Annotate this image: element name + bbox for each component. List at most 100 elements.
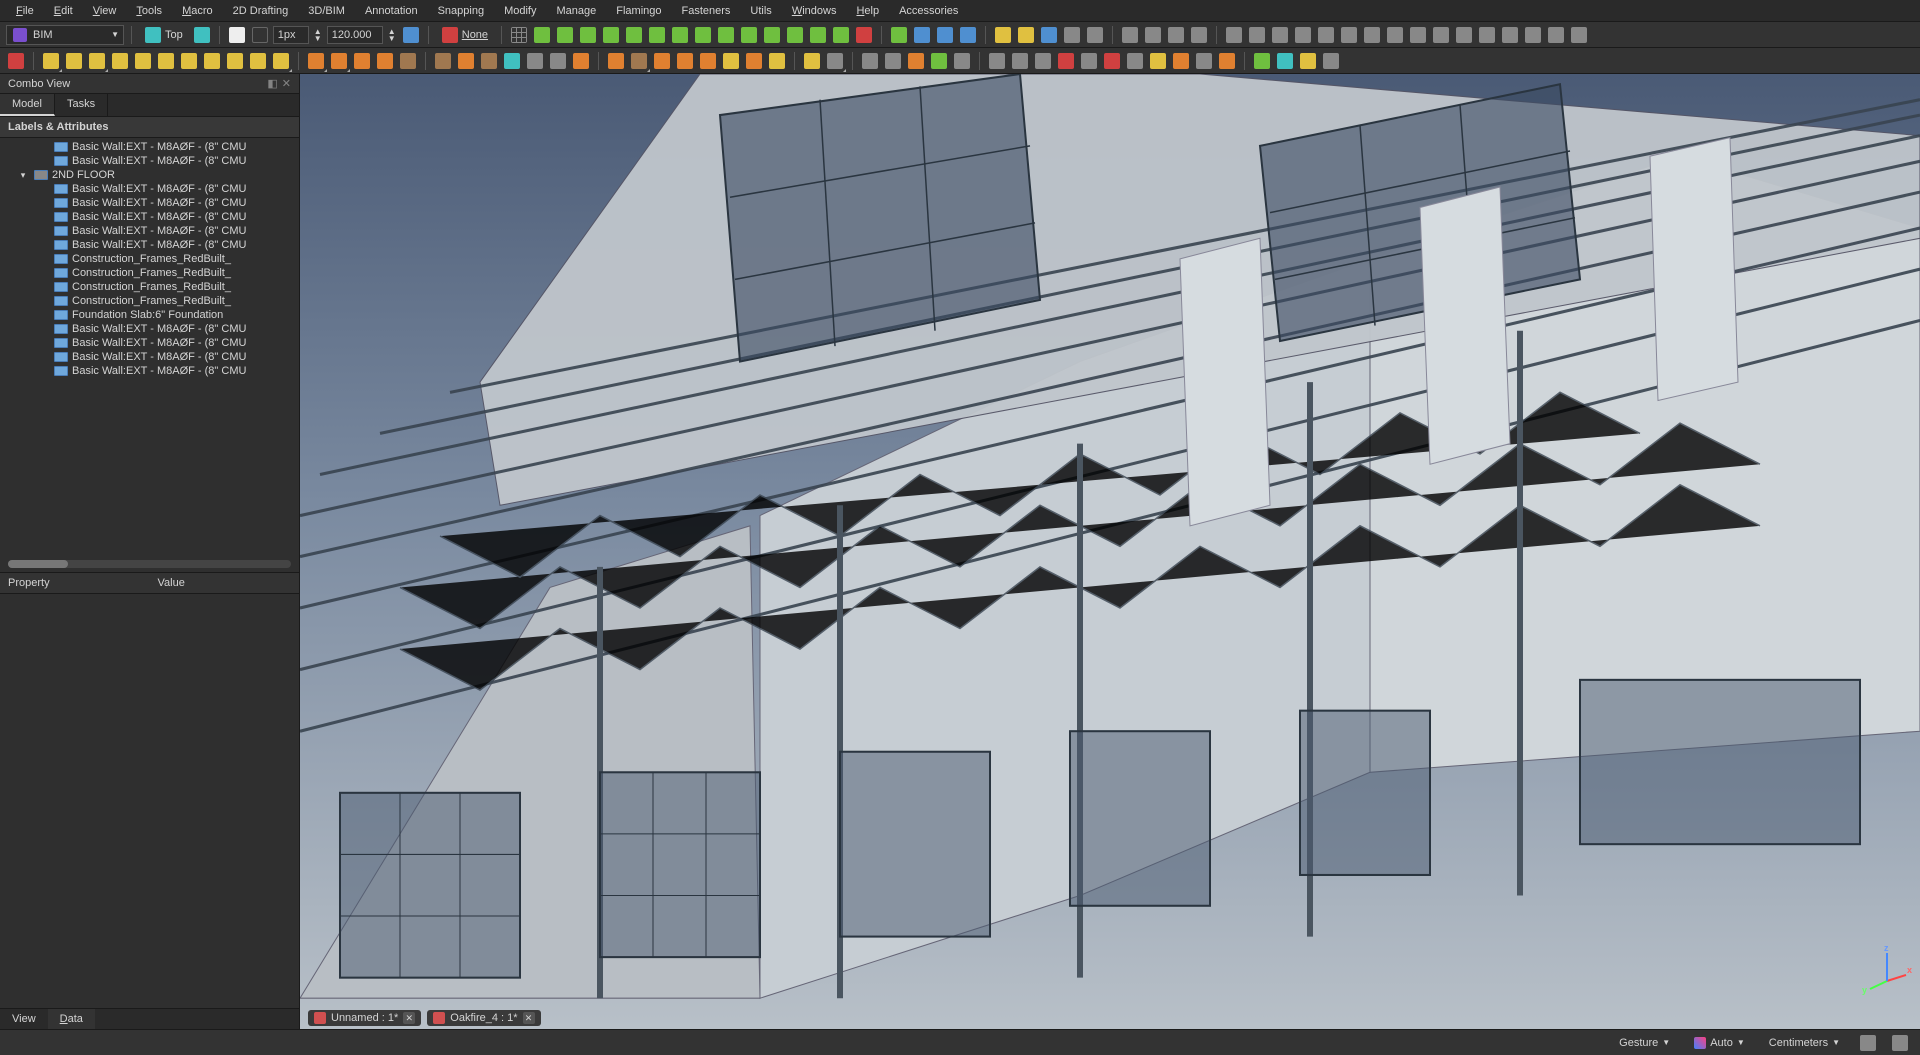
- tab-model[interactable]: Model: [0, 94, 55, 116]
- tree-item[interactable]: Basic Wall:EXT - M8AØF - (8" CMU: [0, 350, 299, 364]
- color-foreground[interactable]: [227, 25, 247, 45]
- tree-item[interactable]: Basic Wall:EXT - M8AØF - (8" CMU: [0, 238, 299, 252]
- snap-ext[interactable]: [670, 25, 690, 45]
- working-plane-button[interactable]: Top: [139, 25, 189, 45]
- snap-parallel[interactable]: [693, 25, 713, 45]
- prop-tab-data[interactable]: Data: [48, 1009, 95, 1029]
- tree-item[interactable]: Basic Wall:EXT - M8AØF - (8" CMU: [0, 364, 299, 378]
- move[interactable]: [935, 25, 955, 45]
- circle[interactable]: [87, 51, 107, 71]
- tree-item[interactable]: Basic Wall:EXT - M8AØF - (8" CMU: [0, 196, 299, 210]
- fasteners-2[interactable]: [1316, 25, 1336, 45]
- ifc[interactable]: [1275, 51, 1295, 71]
- placeholder-5[interactable]: [1171, 51, 1191, 71]
- snap-dims[interactable]: [831, 25, 851, 45]
- part-common[interactable]: [1166, 25, 1186, 45]
- restrict-y[interactable]: [889, 25, 909, 45]
- font-size-stepper[interactable]: ▲▼: [386, 25, 398, 45]
- restrict-x[interactable]: [854, 25, 874, 45]
- menu-flamingo[interactable]: Flamingo: [608, 3, 669, 19]
- bspline[interactable]: [202, 51, 222, 71]
- rotate[interactable]: [958, 25, 978, 45]
- snap-center[interactable]: [578, 25, 598, 45]
- door[interactable]: [479, 51, 499, 71]
- placeholder-2[interactable]: [1102, 51, 1122, 71]
- snap-endpoint[interactable]: [532, 25, 552, 45]
- tree-item[interactable]: Basic Wall:EXT - M8AØF - (8" CMU: [0, 336, 299, 350]
- tree-item[interactable]: Foundation Slab:6" Foundation: [0, 308, 299, 322]
- menu-annotation[interactable]: Annotation: [357, 3, 426, 19]
- point[interactable]: [248, 51, 268, 71]
- menu-snapping[interactable]: Snapping: [430, 3, 493, 19]
- panel-float-icon[interactable]: ◧: [267, 77, 277, 90]
- pipe-connector[interactable]: [548, 51, 568, 71]
- views[interactable]: [1010, 51, 1030, 71]
- part-cut[interactable]: [1120, 25, 1140, 45]
- construction-mode[interactable]: [401, 25, 421, 45]
- snap-intersect[interactable]: [624, 25, 644, 45]
- snap-near[interactable]: [739, 25, 759, 45]
- fasteners-10[interactable]: [1500, 25, 1520, 45]
- rebar[interactable]: [352, 51, 372, 71]
- fasteners-8[interactable]: [1454, 25, 1474, 45]
- units-selector[interactable]: Centimeters ▼: [1763, 1035, 1846, 1051]
- beam[interactable]: [433, 51, 453, 71]
- placeholder-1[interactable]: [1079, 51, 1099, 71]
- tree-item[interactable]: Basic Wall:EXT - M8AØF - (8" CMU: [0, 140, 299, 154]
- placeholder-6[interactable]: [1194, 51, 1214, 71]
- line-width-stepper[interactable]: ▲▼: [312, 25, 324, 45]
- snap-ortho[interactable]: [762, 25, 782, 45]
- wire[interactable]: [64, 51, 84, 71]
- refresh[interactable]: [1039, 25, 1059, 45]
- part-fuse[interactable]: [1143, 25, 1163, 45]
- panel-close-icon[interactable]: ✕: [282, 77, 291, 90]
- structure[interactable]: [329, 51, 349, 71]
- redo[interactable]: [1016, 25, 1036, 45]
- tree-horizontal-scrollbar[interactable]: [8, 560, 291, 568]
- snap-grid[interactable]: [785, 25, 805, 45]
- grid[interactable]: [906, 51, 926, 71]
- roof[interactable]: [606, 51, 626, 71]
- menu-accessories[interactable]: Accessories: [891, 3, 966, 19]
- document-tab[interactable]: Unnamed : 1*✕: [308, 1010, 421, 1026]
- menu-2ddrafting[interactable]: 2D Drafting: [225, 3, 297, 19]
- close-icon[interactable]: ✕: [523, 1012, 535, 1024]
- menu-3dbim[interactable]: 3D/BIM: [300, 3, 353, 19]
- menu-utils[interactable]: Utils: [742, 3, 779, 19]
- menu-modify[interactable]: Modify: [496, 3, 544, 19]
- sketch[interactable]: [6, 51, 26, 71]
- preflight[interactable]: [1321, 51, 1341, 71]
- ellipse[interactable]: [133, 51, 153, 71]
- stairs[interactable]: [571, 51, 591, 71]
- nav-style-selector[interactable]: Gesture ▼: [1613, 1035, 1676, 1051]
- polygon[interactable]: [156, 51, 176, 71]
- tree-item[interactable]: Basic Wall:EXT - M8AØF - (8" CMU: [0, 154, 299, 168]
- window[interactable]: [502, 51, 522, 71]
- menu-help[interactable]: Help: [848, 3, 887, 19]
- line-width-input[interactable]: [273, 26, 309, 44]
- prop-tab-view[interactable]: View: [0, 1009, 48, 1029]
- tab-tasks[interactable]: Tasks: [55, 94, 108, 116]
- frame[interactable]: [652, 51, 672, 71]
- fasteners-7[interactable]: [1431, 25, 1451, 45]
- fasteners-1[interactable]: [1293, 25, 1313, 45]
- tree-item[interactable]: Construction_Frames_RedBuilt_: [0, 294, 299, 308]
- tree-item[interactable]: Construction_Frames_RedBuilt_: [0, 266, 299, 280]
- isometric[interactable]: [1033, 51, 1053, 71]
- grid-toggle[interactable]: [509, 25, 529, 45]
- snap-wp[interactable]: [808, 25, 828, 45]
- snap-midpoint[interactable]: [555, 25, 575, 45]
- menu-manage[interactable]: Manage: [548, 3, 604, 19]
- undo[interactable]: [993, 25, 1013, 45]
- reinforcement[interactable]: [744, 51, 764, 71]
- bezier[interactable]: [225, 51, 245, 71]
- menu-fasteners[interactable]: Fasteners: [674, 3, 739, 19]
- tree-item[interactable]: Basic Wall:EXT - M8AØF - (8" CMU: [0, 210, 299, 224]
- axis-indicator[interactable]: x y z: [1864, 947, 1910, 993]
- wall[interactable]: [306, 51, 326, 71]
- curtain[interactable]: [375, 51, 395, 71]
- fasteners-3[interactable]: [1339, 25, 1359, 45]
- snap-mode-selector[interactable]: Auto ▼: [1688, 1035, 1751, 1051]
- status-toggle-1[interactable]: [1858, 1033, 1878, 1053]
- snap-special[interactable]: [716, 25, 736, 45]
